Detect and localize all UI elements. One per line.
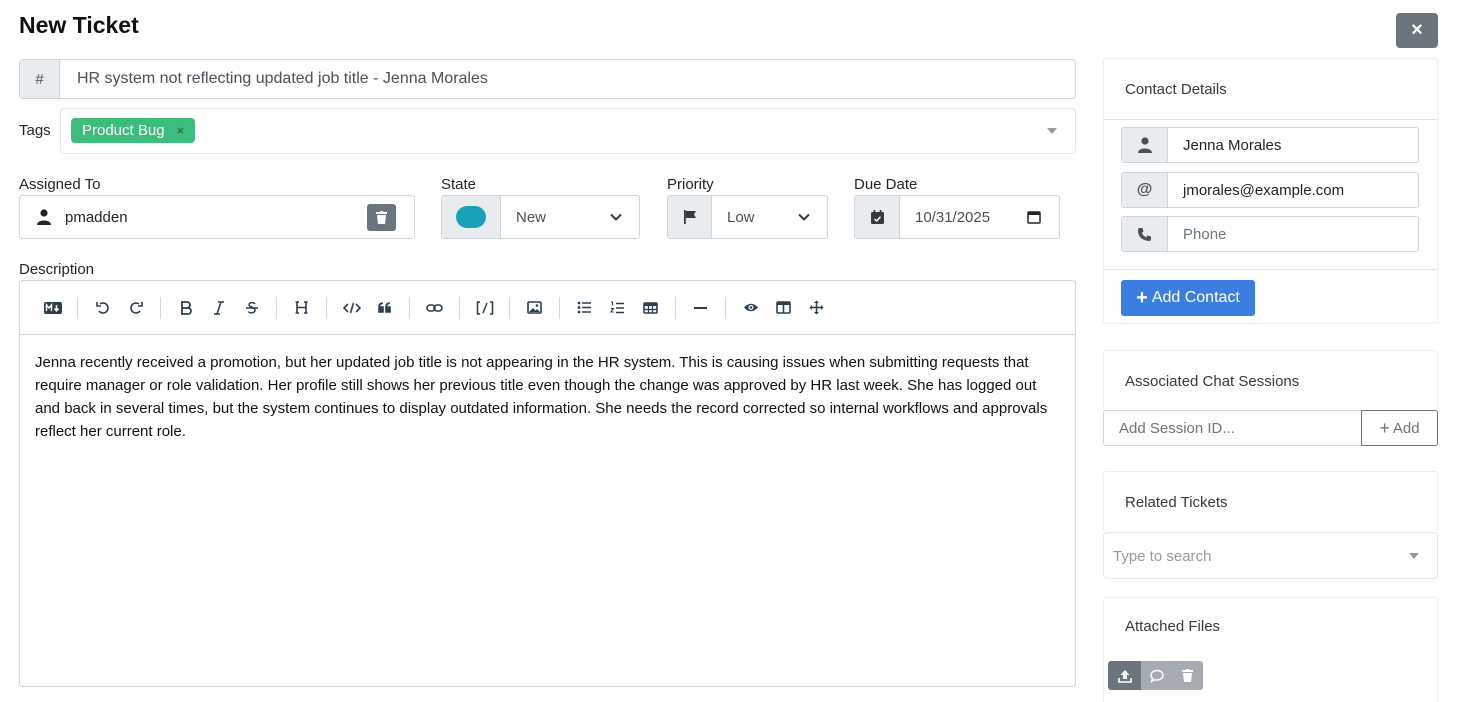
bold-icon[interactable] (169, 293, 202, 323)
assigned-field[interactable]: pmadden (19, 195, 415, 239)
image-icon[interactable] (518, 293, 551, 323)
preview-icon[interactable] (734, 293, 767, 323)
comment-icon (1149, 669, 1164, 683)
contact-details-card: Contact Details Jenna Morales @ jmorales… (1103, 58, 1438, 324)
flag-icon (668, 196, 712, 238)
contact-phone-input[interactable]: Phone (1168, 217, 1418, 251)
related-search-placeholder: Type to search (1113, 548, 1212, 565)
calendar-check-icon (855, 196, 900, 238)
undo-icon[interactable] (86, 293, 119, 323)
plus-icon: + (1136, 287, 1148, 309)
side-by-side-icon[interactable] (767, 293, 800, 323)
horizontal-rule-icon[interactable] (684, 293, 717, 323)
description-label: Description (19, 261, 95, 278)
ordered-list-icon[interactable] (601, 293, 634, 323)
priority-label: Priority (667, 176, 714, 193)
priority-value: Low (727, 208, 755, 226)
close-button[interactable]: × (1396, 13, 1438, 48)
tag-label: Product Bug (82, 122, 165, 139)
dropdown-caret-icon[interactable] (1047, 128, 1057, 134)
session-input-group: Add Session ID... + Add (1103, 410, 1438, 446)
code-block-icon[interactable] (468, 293, 501, 323)
comment-button[interactable] (1141, 661, 1172, 690)
user-icon (1122, 128, 1168, 162)
state-select[interactable]: New (441, 195, 640, 239)
markdown-editor: Jenna recently received a promotion, but… (19, 280, 1076, 687)
state-swatch (456, 206, 486, 228)
hash-prefix: # (20, 60, 60, 98)
upload-button[interactable] (1108, 661, 1141, 690)
delete-file-button[interactable] (1172, 661, 1203, 690)
contact-name-field[interactable]: Jenna Morales (1121, 127, 1419, 163)
trash-icon (1182, 669, 1193, 682)
add-contact-button[interactable]: + Add Contact (1121, 280, 1255, 316)
fullscreen-icon[interactable] (800, 293, 833, 323)
session-id-input[interactable]: Add Session ID... (1103, 410, 1361, 446)
tags-label: Tags (19, 122, 51, 139)
at-icon: @ (1122, 173, 1168, 207)
markdown-icon[interactable] (36, 293, 69, 323)
add-session-label: Add (1392, 419, 1420, 437)
chat-sessions-card: Associated Chat Sessions (1103, 350, 1438, 410)
related-tickets-card: Related Tickets (1103, 471, 1438, 531)
state-value: New (516, 208, 547, 226)
upload-icon (1117, 669, 1132, 683)
unordered-list-icon[interactable] (568, 293, 601, 323)
tag-remove-icon[interactable]: × (177, 123, 185, 138)
add-contact-label: Add Contact (1151, 289, 1240, 306)
page-title: New Ticket (19, 12, 139, 38)
user-icon (37, 209, 51, 229)
contact-email-field[interactable]: @ jmorales@example.com (1121, 172, 1419, 208)
phone-icon (1122, 217, 1168, 251)
due-date-value: 10/31/2025 (915, 208, 991, 226)
plus-icon: + (1379, 418, 1390, 438)
subject-field: # HR system not reflecting updated job t… (19, 59, 1076, 99)
contact-phone-field[interactable]: Phone (1121, 216, 1419, 252)
priority-select[interactable]: Low (667, 195, 828, 239)
due-date-field[interactable]: 10/31/2025 (854, 195, 1060, 239)
file-actions (1108, 661, 1203, 690)
trash-icon (376, 211, 387, 224)
description-textarea[interactable]: Jenna recently received a promotion, but… (20, 335, 1075, 459)
contact-details-title: Contact Details (1125, 81, 1227, 98)
chevron-down-icon (798, 213, 810, 221)
heading-icon[interactable] (285, 293, 318, 323)
subject-input[interactable]: HR system not reflecting updated job tit… (60, 60, 1075, 98)
due-date-label: Due Date (854, 176, 918, 193)
strikethrough-icon[interactable] (235, 293, 268, 323)
state-label: State (441, 176, 477, 193)
attached-files-title: Attached Files (1125, 618, 1221, 635)
italic-icon[interactable] (202, 293, 235, 323)
contact-email-input[interactable]: jmorales@example.com (1168, 173, 1418, 207)
quote-icon[interactable] (368, 293, 401, 323)
code-icon[interactable] (335, 293, 368, 323)
redo-icon[interactable] (119, 293, 152, 323)
related-tickets-select[interactable]: Type to search (1103, 532, 1438, 579)
dropdown-caret-icon[interactable] (1409, 553, 1419, 559)
add-session-button[interactable]: + Add (1361, 410, 1438, 446)
attached-files-card: Attached Files (1103, 597, 1438, 702)
link-icon[interactable] (418, 293, 451, 323)
chat-sessions-title: Associated Chat Sessions (1125, 373, 1300, 390)
clear-assignee-button[interactable] (367, 204, 396, 231)
calendar-picker-icon (1027, 211, 1041, 224)
assigned-value: pmadden (65, 209, 128, 226)
related-tickets-title: Related Tickets (1125, 494, 1228, 511)
table-icon[interactable] (634, 293, 667, 323)
chevron-down-icon (610, 213, 622, 221)
tags-select[interactable]: Product Bug × (60, 108, 1076, 154)
assigned-label: Assigned To (19, 176, 101, 193)
state-color-indicator (442, 196, 501, 238)
close-icon: × (1411, 19, 1423, 41)
editor-toolbar (20, 281, 1075, 335)
tag-chip: Product Bug × (71, 118, 196, 143)
contact-name-input[interactable]: Jenna Morales (1168, 128, 1418, 162)
